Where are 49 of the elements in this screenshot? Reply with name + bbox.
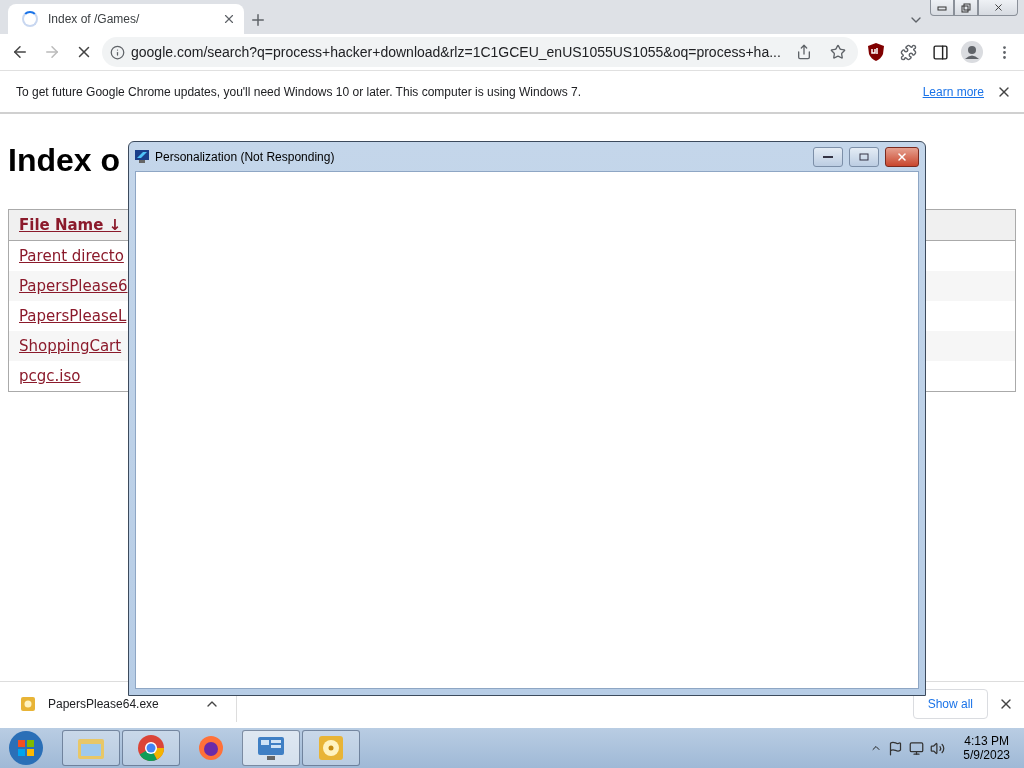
file-icon: [20, 696, 36, 712]
restore-icon: [961, 2, 971, 13]
taskbar-button[interactable]: [242, 730, 300, 766]
taskbar-button[interactable]: [122, 730, 180, 766]
learn-more-link[interactable]: Learn more: [922, 84, 984, 99]
minimize-button[interactable]: [813, 146, 843, 167]
dialog-title: Personalization (Not Responding): [155, 149, 336, 164]
shield-icon[interactable]: [867, 42, 885, 62]
page-heading: Index o: [8, 142, 120, 179]
download-name[interactable]: PapersPlease64.exe: [48, 697, 192, 711]
url-text: google.com/search?q=process+hacker+download&rlz=1C1GCEU_enUS1055US1055&oq=process+ha...: [131, 44, 782, 60]
minimize-icon: [937, 4, 947, 11]
browser-tab[interactable]: Index of /Games/: [8, 4, 244, 34]
file-link[interactable]: Parent directo: [19, 247, 124, 265]
infobar-message: To get future Google Chrome updates, you'll need Windows 10 or later. This computer is using Windows 7.: [16, 84, 583, 99]
monitor-icon: [256, 734, 286, 762]
monitor-icon: [135, 150, 149, 163]
close-window-button[interactable]: [978, 0, 1018, 16]
profile-avatar-icon[interactable]: [961, 41, 983, 63]
flag-icon[interactable]: [888, 740, 904, 756]
chrome-icon: [137, 734, 165, 762]
address-bar[interactable]: google.com/search?q=process+hacker+download&rlz=1C1GCEU_enUS1055US1055&oq=process+ha...: [102, 37, 858, 67]
bookmark-star-icon[interactable]: [830, 44, 846, 60]
show-all-button[interactable]: Show all: [912, 689, 988, 719]
file-link[interactable]: pcgc.iso: [19, 367, 81, 385]
share-icon[interactable]: [796, 44, 812, 60]
extensions-icon[interactable]: [899, 43, 917, 61]
back-icon[interactable]: [11, 43, 29, 61]
clock[interactable]: 4:13 PM 5/9/2023: [963, 734, 1010, 762]
taskbar-button[interactable]: [62, 730, 120, 766]
column-header-link[interactable]: File Name ↓: [19, 216, 122, 234]
taskbar-button[interactable]: [302, 730, 360, 766]
file-link[interactable]: PapersPleaseL: [19, 307, 127, 325]
info-icon[interactable]: [110, 44, 125, 60]
tab-title: Index of /Games/: [48, 12, 141, 26]
close-icon: [896, 150, 908, 163]
file-link[interactable]: ShoppingCart: [19, 337, 122, 355]
restore-button[interactable]: [954, 0, 978, 16]
maximize-button[interactable]: [849, 146, 879, 167]
side-panel-icon[interactable]: [931, 43, 949, 61]
new-tab-icon[interactable]: [249, 11, 267, 29]
close-icon: [992, 2, 1004, 13]
close-tab-icon[interactable]: [222, 12, 236, 26]
firefox-icon: [197, 734, 225, 762]
close-button[interactable]: [885, 146, 919, 167]
network-icon[interactable]: [909, 740, 925, 756]
maximize-icon: [859, 152, 869, 161]
file-link[interactable]: PapersPlease6: [19, 277, 128, 295]
volume-icon[interactable]: [930, 740, 946, 756]
